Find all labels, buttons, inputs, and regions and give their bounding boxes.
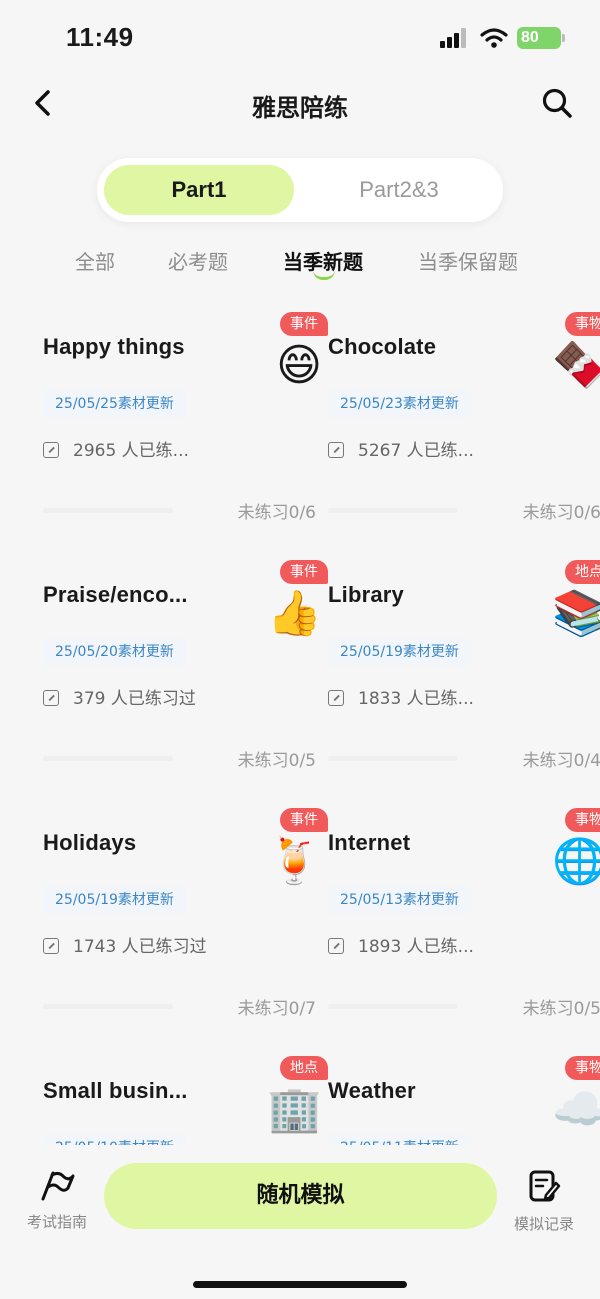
- cellular-signal-icon: [440, 28, 468, 48]
- progress-text: 未练习0/5: [237, 751, 316, 771]
- topic-card[interactable]: 事物 Internet 🌐 25/05/13素材更新 1893 人已练... 未练习0/5: [328, 796, 600, 1044]
- practice-pen-icon: [43, 938, 59, 954]
- progress-text: 未练习0/5: [522, 999, 600, 1019]
- status-time: 11:49: [66, 22, 134, 52]
- practice-count: 379 人已练习过: [43, 684, 196, 709]
- progress-text: 未练习0/6: [522, 503, 600, 523]
- update-date-tag: 25/05/25素材更新: [43, 390, 186, 418]
- random-mock-button[interactable]: 随机模拟: [104, 1163, 497, 1229]
- topic-emoji-icon: 🍹: [267, 836, 322, 887]
- topic-grid: 事件 Happy things 😄 25/05/25素材更新 2965 人已练... 未练…: [0, 300, 600, 1145]
- practice-pen-icon: [43, 442, 59, 458]
- filter-tab-retained[interactable]: 当季保留题: [418, 246, 518, 275]
- practice-count: 5267 人已练...: [328, 436, 474, 461]
- progress-bar: [43, 756, 173, 761]
- practice-count-text: 5267 人已练...: [358, 441, 474, 461]
- practice-count-text: 2965 人已练...: [73, 441, 189, 461]
- topic-emoji-icon: 🌐: [552, 836, 600, 887]
- topic-title: Holidays: [43, 830, 137, 855]
- update-date-tag: 25/05/19素材更新: [328, 638, 471, 666]
- edit-record-icon: [529, 1170, 561, 1202]
- topic-emoji-icon: 📚: [552, 588, 600, 639]
- category-badge: 事物: [565, 312, 600, 336]
- topic-emoji-icon: 🏢: [267, 1084, 322, 1135]
- update-date-tag: 25/05/11素材更新: [328, 1134, 471, 1145]
- topic-title: Library: [328, 582, 404, 607]
- page-title: 雅思陪练: [252, 94, 348, 122]
- home-indicator: [193, 1281, 407, 1288]
- filter-tab-must[interactable]: 必考题: [168, 246, 228, 275]
- topic-emoji-icon: 👍: [267, 588, 322, 639]
- practice-pen-icon: [328, 938, 344, 954]
- progress-bar: [43, 508, 173, 513]
- topic-title: Praise/enco...: [43, 582, 188, 607]
- category-badge: 地点: [565, 560, 600, 584]
- category-badge: 事件: [280, 560, 328, 584]
- practice-count: 1743 人已练习过: [43, 932, 207, 957]
- practice-count: 1893 人已练...: [328, 932, 474, 957]
- topic-card[interactable]: 事物 Chocolate 🍫 25/05/23素材更新 5267 人已练... 未练习0/…: [328, 300, 600, 548]
- segment-part1[interactable]: Part1: [104, 165, 294, 215]
- progress-bar: [43, 1004, 173, 1009]
- topic-title: Small busin...: [43, 1078, 188, 1103]
- topic-card[interactable]: 事件 Happy things 😄 25/05/25素材更新 2965 人已练... 未练…: [43, 300, 328, 548]
- filter-tab-all[interactable]: 全部: [75, 246, 115, 275]
- practice-pen-icon: [328, 690, 344, 706]
- part-segmented-control: Part1 Part2&3: [97, 158, 503, 222]
- progress-text: 未练习0/4: [522, 751, 600, 771]
- mock-record-label: 模拟记录: [513, 1215, 574, 1233]
- exam-guide-button[interactable]: 考试指南: [22, 1169, 92, 1232]
- category-badge: 事物: [565, 1056, 600, 1080]
- update-date-tag: 25/05/13素材更新: [328, 886, 471, 914]
- topic-title: Weather: [328, 1078, 416, 1103]
- exam-guide-label: 考试指南: [26, 1213, 87, 1231]
- progress-bar: [328, 756, 458, 761]
- category-badge: 地点: [280, 1056, 328, 1080]
- progress-bar: [328, 508, 458, 513]
- topic-card[interactable]: 事件 Praise/enco... 👍 25/05/20素材更新 379 人已练习过未练…: [43, 548, 328, 796]
- topic-card[interactable]: 事物 Weather ☁️ 25/05/11素材更新: [328, 1044, 600, 1145]
- practice-pen-icon: [328, 442, 344, 458]
- topic-title: Chocolate: [328, 334, 437, 359]
- topic-card[interactable]: 地点 Library 📚 25/05/19素材更新 1833 人已练... 未练习0/4: [328, 548, 600, 796]
- progress-bar: [328, 1004, 458, 1009]
- update-date-tag: 25/05/23素材更新: [328, 390, 471, 418]
- update-date-tag: 25/05/10素材更新: [43, 1134, 186, 1145]
- topic-title: Internet: [328, 830, 411, 855]
- filter-tabs: 全部 必考题 当季新题 当季保留题: [0, 246, 600, 286]
- topic-title: Happy things: [43, 334, 185, 359]
- practice-count-text: 379 人已练习过: [73, 689, 196, 709]
- category-badge: 事件: [280, 808, 328, 832]
- wifi-icon: [480, 28, 508, 48]
- practice-pen-icon: [43, 690, 59, 706]
- topic-card[interactable]: 事件 Holidays 🍹 25/05/19素材更新 1743 人已练习过未练习0/7: [43, 796, 328, 1044]
- progress-text: 未练习0/6: [237, 503, 316, 523]
- practice-count-text: 1893 人已练...: [358, 937, 474, 957]
- update-date-tag: 25/05/20素材更新: [43, 638, 186, 666]
- category-badge: 事物: [565, 808, 600, 832]
- status-bar: 11:49 80: [0, 0, 600, 80]
- segment-part2-3[interactable]: Part2&3: [302, 165, 496, 215]
- nav-bar: 雅思陪练: [0, 80, 600, 126]
- topic-card[interactable]: 地点 Small busin... 🏢 25/05/10素材更新: [43, 1044, 328, 1145]
- flag-icon: [41, 1171, 75, 1201]
- search-icon[interactable]: [540, 86, 574, 120]
- progress-text: 未练习0/7: [237, 999, 316, 1019]
- topic-emoji-icon: ☁️: [552, 1084, 600, 1135]
- topic-emoji-icon: 😄: [276, 340, 322, 391]
- practice-count-text: 1743 人已练习过: [73, 937, 207, 957]
- category-badge: 事件: [280, 312, 328, 336]
- update-date-tag: 25/05/19素材更新: [43, 886, 186, 914]
- practice-count: 2965 人已练...: [43, 436, 189, 461]
- mock-record-button[interactable]: 模拟记录: [508, 1169, 580, 1234]
- battery-icon: 80: [517, 27, 565, 49]
- practice-count-text: 1833 人已练...: [358, 689, 474, 709]
- bottom-bar: 考试指南 随机模拟 模拟记录: [0, 1145, 600, 1299]
- topic-emoji-icon: 🍫: [552, 340, 600, 391]
- practice-count: 1833 人已练...: [328, 684, 474, 709]
